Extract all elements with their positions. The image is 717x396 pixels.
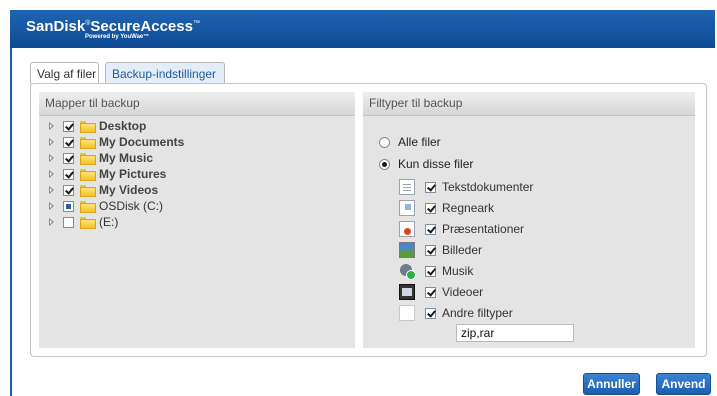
blank-file-icon [399,305,415,321]
folder-checkbox[interactable] [63,136,74,148]
folders-panel-title: Mapper til backup [39,92,355,116]
tree-item-desktop[interactable]: Desktop [49,118,146,134]
tree-item-my-videos[interactable]: My Videos [49,182,158,198]
tree-item-my-music[interactable]: My Music [49,150,153,166]
powered-by-text: Powered by YouWae™ [85,34,150,40]
file-types-panel: Filtyper til backup Alle filer Kun disse… [363,92,695,348]
spreadsheet-icon [399,200,415,216]
video-icon [399,284,415,300]
file-type-label: Tekstdokumenter [442,180,534,194]
folder-checkbox[interactable] [63,184,74,196]
radio-label: Alle filer [398,135,441,149]
tree-item-osdisk[interactable]: OSDisk (C:) [49,198,163,214]
tree-item-label: OSDisk (C:) [99,199,163,213]
music-icon [399,263,416,280]
radio-label: Kun disse filer [398,157,474,171]
expand-arrow-icon[interactable] [49,218,55,226]
folders-panel: Mapper til backup Desktop My Documents M… [39,92,355,348]
tree-item-e-drive[interactable]: (E:) [49,214,118,230]
folder-icon [80,137,96,149]
file-type-label: Videoer [442,285,484,299]
file-type-checkbox[interactable] [425,181,436,193]
folder-checkbox[interactable] [63,152,74,164]
other-extensions-input[interactable] [456,324,574,342]
expand-arrow-icon[interactable] [49,122,55,130]
file-type-label: Musik [442,264,474,278]
folder-icon [80,121,96,133]
file-type-label: Præsentationer [442,222,525,236]
file-type-presentations[interactable]: Præsentationer [399,220,524,238]
file-type-checkbox[interactable] [425,307,436,319]
text-document-icon [399,179,415,195]
tree-item-label: My Videos [99,183,159,197]
folder-checkbox[interactable] [63,168,74,180]
file-type-checkbox[interactable] [425,265,436,277]
tab-backup-settings[interactable]: Backup-indstillinger [105,62,225,84]
file-type-videos[interactable]: Videoer [399,283,483,301]
apply-button[interactable]: Anvend [656,373,711,395]
expand-arrow-icon[interactable] [49,202,55,210]
expand-arrow-icon[interactable] [49,186,55,194]
folder-icon [80,169,96,181]
image-icon [399,242,415,258]
tree-item-my-documents[interactable]: My Documents [49,134,184,150]
folder-icon [80,185,96,197]
folder-icon [80,217,96,229]
tree-item-label: (E:) [99,215,119,229]
file-type-checkbox[interactable] [425,244,436,256]
tree-item-my-pictures[interactable]: My Pictures [49,166,166,182]
file-type-checkbox[interactable] [425,223,436,235]
file-type-spreadsheets[interactable]: Regneark [399,199,494,217]
expand-arrow-icon[interactable] [49,138,55,146]
tab-content: Mapper til backup Desktop My Documents M… [30,83,707,357]
expand-arrow-icon[interactable] [49,170,55,178]
file-types-panel-title: Filtyper til backup [363,92,695,116]
radio-only-these-files[interactable]: Kun disse filer [379,157,473,171]
file-type-label: Billeder [442,243,483,257]
file-type-checkbox[interactable] [425,286,436,298]
tab-file-selection[interactable]: Valg af filer [30,62,99,84]
file-type-label: Andre filtyper [442,306,513,320]
file-type-checkbox[interactable] [425,202,436,214]
presentation-icon [399,221,415,237]
expand-arrow-icon[interactable] [49,154,55,162]
folder-icon [80,201,96,213]
folder-checkbox[interactable] [63,216,74,228]
folder-checkbox[interactable] [63,120,74,132]
file-type-other[interactable]: Andre filtyper [399,304,513,322]
radio-button[interactable] [379,158,390,170]
folder-checkbox[interactable] [63,200,74,212]
cancel-button[interactable]: Annuller [583,373,640,395]
tree-item-label: My Music [99,151,154,165]
file-type-music[interactable]: Musik [399,262,473,280]
tree-item-label: Desktop [99,119,147,133]
file-type-images[interactable]: Billeder [399,241,482,259]
radio-all-files[interactable]: Alle filer [379,135,441,149]
radio-button[interactable] [379,136,390,148]
tree-item-label: My Documents [99,135,185,149]
file-type-text-documents[interactable]: Tekstdokumenter [399,178,533,196]
title-bar: SanDisk®SecureAccess™ Powered by YouWae™ [10,10,715,48]
folder-icon [80,153,96,165]
window-edge [10,48,12,396]
brand-logo: SanDisk®SecureAccess™ [26,18,200,35]
tree-item-label: My Pictures [99,167,167,181]
file-type-label: Regneark [442,201,495,215]
